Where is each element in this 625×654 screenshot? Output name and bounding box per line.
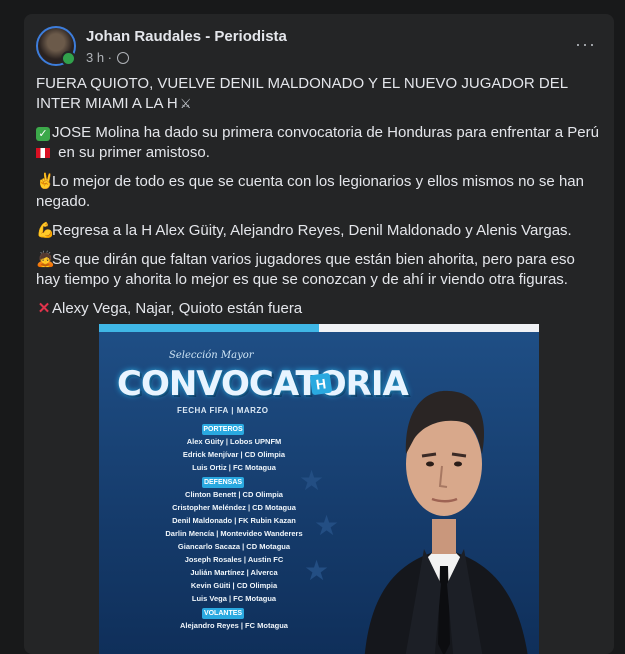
- muscle-emoji-icon: 💪: [36, 222, 55, 239]
- online-status-icon: [61, 51, 76, 66]
- post-paragraph: FUERA QUIOTO, VUELVE DENIL MALDONADO Y E…: [36, 74, 602, 114]
- paragraph-text: Se que dirán que faltan varios jugadores…: [36, 251, 575, 288]
- roster-row: Joseph Rosales | Austin FC: [184, 555, 284, 564]
- roster-row: Julián Martínez | Alverca: [190, 568, 278, 577]
- section-label-porteros: PORTEROS: [202, 424, 244, 435]
- avatar[interactable]: [36, 26, 76, 66]
- victory-emoji-icon: ✌: [36, 173, 55, 190]
- post-card: Johan Raudales - Periodista 3 h · ··· FU…: [24, 14, 614, 654]
- roster-row: Clinton Benett | CD Olimpia: [185, 490, 283, 499]
- person-emoji-icon: 🙇: [36, 251, 55, 268]
- paragraph-text: Alexy Vega, Najar, Quioto están fuera: [52, 300, 303, 317]
- selection-label: Selección Mayor: [169, 350, 254, 361]
- post-meta: 3 h ·: [86, 50, 130, 65]
- section-label-volantes: VOLANTES: [202, 608, 244, 619]
- roster-row: Cristopher Meléndez | CD Motagua: [172, 503, 296, 512]
- paragraph-text: JOSE Molina ha dado su primera convocato…: [52, 124, 599, 141]
- roster-row: Alejandro Reyes | FC Motagua: [180, 621, 288, 630]
- peru-flag-icon: [36, 148, 50, 159]
- honduras-badge-icon: H: [309, 372, 333, 396]
- roster-row: Kevin Güiti | CD Olimpia: [190, 581, 278, 590]
- post-time[interactable]: 3 h ·: [86, 50, 112, 65]
- crossed-swords-emoji-icon: ⚔: [179, 96, 192, 111]
- paragraph-text: FUERA QUIOTO, VUELVE DENIL MALDONADO Y E…: [36, 75, 568, 112]
- author-name[interactable]: Johan Raudales - Periodista: [86, 28, 287, 45]
- fecha-fifa-label: FECHA FIFA | MARZO: [177, 406, 269, 415]
- post-image[interactable]: ★ ★ ★ Selección Mayor CONVOCATORIA H FEC…: [99, 324, 539, 654]
- roster-row: Denil Maldonado | FK Rubin Kazan: [172, 516, 296, 525]
- post-paragraph: 💪Regresa a la H Alex Güity, Alejandro Re…: [36, 221, 602, 241]
- paragraph-text: Lo mejor de todo es que se cuenta con lo…: [36, 173, 584, 210]
- roster-row: Luis Ortiz | FC Motagua: [192, 463, 276, 472]
- roster-row: Alex Güity | Lobos UPNFM: [186, 437, 282, 446]
- globe-icon: [117, 51, 130, 64]
- image-accent-bar: [99, 324, 319, 332]
- roster-row: Edrick Menjívar | CD Olimpia: [182, 450, 286, 459]
- paragraph-text: Regresa a la H Alex Güity, Alejandro Rey…: [52, 222, 572, 239]
- check-emoji-icon: ✓: [36, 127, 50, 141]
- roster-row: Giancarlo Sacaza | CD Motagua: [177, 542, 291, 551]
- roster-row: Darlin Mencía | Montevideo Wanderers: [165, 529, 303, 538]
- post-header: Johan Raudales - Periodista 3 h · ···: [36, 26, 602, 70]
- post-paragraph: ✌Lo mejor de todo es que se cuenta con l…: [36, 172, 602, 212]
- section-label-defensas: DEFENSAS: [202, 477, 244, 488]
- paragraph-text-continued: en su primer amistoso.: [54, 144, 210, 161]
- post-paragraph: 🙇Se que dirán que faltan varios jugadore…: [36, 250, 602, 290]
- post-paragraph: ✓ JOSE Molina ha dado su primera convocat…: [36, 123, 602, 163]
- roster-row: Luis Vega | FC Motagua: [191, 594, 277, 603]
- coach-photo: [364, 390, 528, 654]
- image-accent-bar-light: [319, 324, 539, 332]
- x-emoji-icon: ✕: [37, 300, 51, 317]
- post-body: FUERA QUIOTO, VUELVE DENIL MALDONADO Y E…: [36, 74, 602, 328]
- more-options-button[interactable]: ···: [575, 34, 596, 55]
- post-paragraph: ✕ Alexy Vega, Najar, Quioto están fuera: [36, 299, 602, 319]
